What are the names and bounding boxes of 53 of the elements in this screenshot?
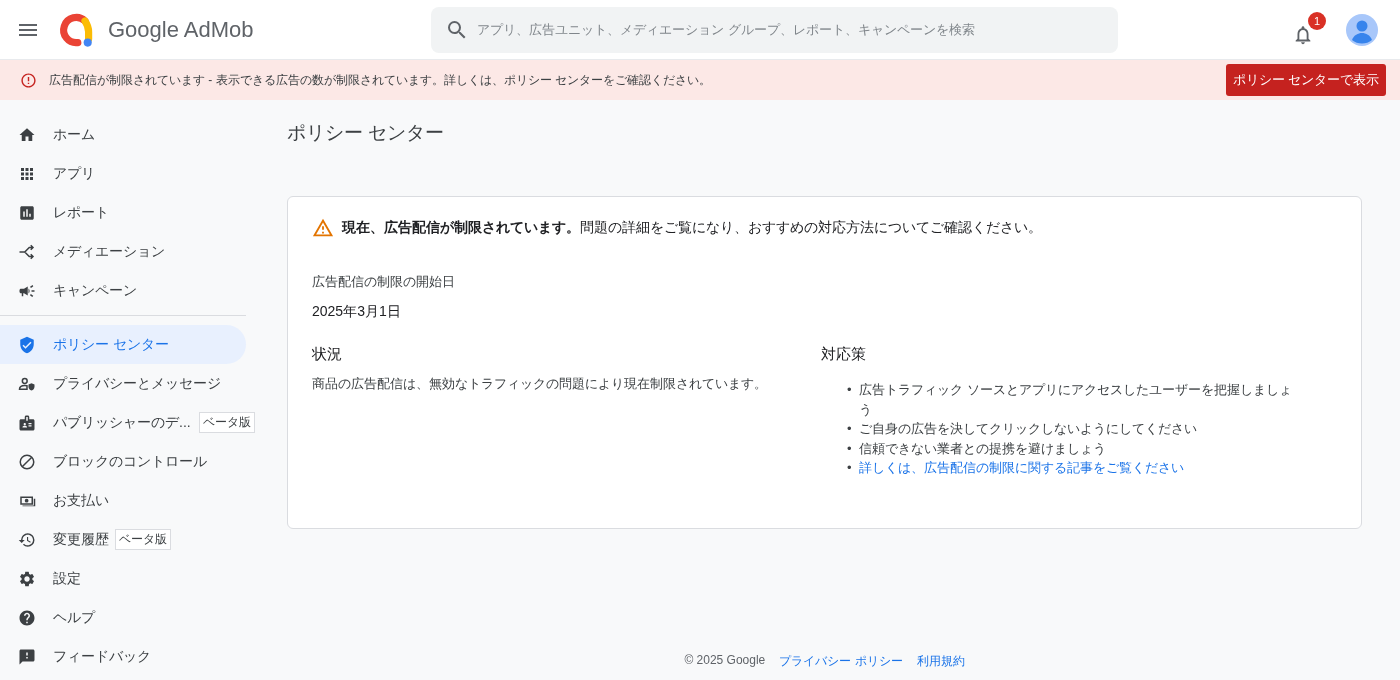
page-title: ポリシー センター [287,121,446,145]
sidebar-item[interactable]: ブロックのコントロール [0,442,262,481]
actions-heading: 対応策 [821,345,867,364]
warning-message: 現在、広告配信が制限されています。問題の詳細をご覧になり、おすすめの対応方法についてご確認ください。 [342,219,1042,237]
block-icon [18,452,36,471]
split-arrows-icon [18,242,36,261]
sidebar-item[interactable]: キャンペーン [0,271,262,310]
copyright: © 2025 Google [684,653,766,669]
brand-name: Google AdMob [108,16,254,43]
warning-icon [312,217,334,239]
sidebar-item[interactable]: パブリッシャーのデ... ベータ版 [0,403,262,442]
sidebar-item[interactable]: レポート [0,193,262,232]
article-link[interactable]: 詳しくは、広告配信の制限に関する記事をご覧ください [859,458,1184,478]
sidebar-item[interactable]: 変更履歴 ベータ版 [0,520,262,559]
notification-count: 1 [1308,11,1326,30]
feedback-icon [18,647,36,666]
action-item: ご自身の広告を決してクリックしないようにしてください [859,420,1197,438]
sidebar-item[interactable]: プライバシーとメッセージ [0,364,262,403]
history-icon [18,530,36,549]
sidebar-item[interactable]: メディエーション [0,232,262,271]
sidebar-item[interactable]: アプリ [0,154,262,193]
avatar-icon[interactable] [1346,13,1378,46]
bullet: • [847,459,853,477]
sidebar-item[interactable]: 設定 [0,559,262,598]
sidebar-item[interactable]: フィードバック [0,637,262,676]
action-item: 広告トラフィック ソースとアプリにアクセスしたユーザーを把握しましょう [859,381,1293,419]
action-item: 信頼できない業者との提携を避けましょう [859,439,1106,458]
logo-icon[interactable] [58,11,94,48]
bullet: • [847,420,853,438]
footer-link[interactable]: 利用規約 [916,653,965,670]
start-date-label: 広告配信の制限の開始日 [312,273,456,291]
sidebar-item[interactable]: お支払い [0,481,262,520]
error-icon [20,71,37,89]
help-icon [18,608,36,627]
bullet: • [847,439,853,458]
bar-chart-icon [18,203,36,222]
id-badge-icon [18,413,36,432]
footer-link[interactable]: プライバシー ポリシー [779,653,903,670]
alert-message: 広告配信が制限されています - 表示できる広告の数が制限されています。詳しくは、ポリシー センターをご確認ください。 [49,71,711,89]
sidebar-item[interactable]: ヘルプ [0,598,262,637]
beta-tag: ベータ版 [198,412,255,433]
search-field[interactable]: アプリ、広告ユニット、メディエーション グループ、レポート、キャンペーンを検索 [431,6,1118,53]
beta-tag: ベータ版 [115,529,171,550]
bullet: • [847,381,853,399]
shield-check-icon [18,335,36,354]
view-policy-button[interactable]: ポリシー センターで表示 [1225,64,1386,96]
sidebar-item[interactable]: ホーム [0,115,262,154]
status-text: 商品の広告配信は、無効なトラフィックの問題により現在制限されています。 [312,376,768,393]
settings-icon [18,569,36,588]
start-date: 2025年3月1日 [312,303,402,321]
status-heading: 状況 [312,345,343,364]
notifications-button[interactable]: 1 [1292,11,1326,48]
sidebar-item[interactable]: ポリシー センター [0,325,246,364]
